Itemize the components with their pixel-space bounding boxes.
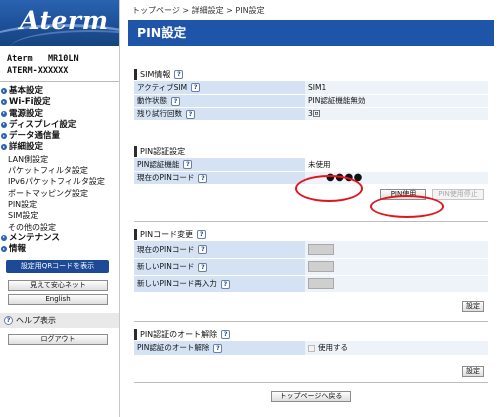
breadcrumb: トップページ > 詳細設定 > PIN設定 [132,6,265,15]
section-heading: SIM情報 ? [134,68,488,81]
table-row: PIN認証機能? 未使用 [134,158,488,172]
remaining-attempts-value: 3回 [305,107,488,121]
page-title: PIN設定 [128,20,494,46]
help-toggle[interactable]: ? ヘルプ表示 [0,313,119,329]
table-row: 動作状態? PIN認証機能無効 [134,94,488,108]
nav-item-basic-settings[interactable]: 基本設定 [0,86,119,97]
auto-release-checkbox[interactable] [308,344,315,352]
table-row: 残り試行回数? 3回 [134,107,488,121]
auto-release-checkbox-label: 使用する [318,343,348,353]
help-icon[interactable]: ? [198,173,208,183]
auto-release-table: PIN認証のオート解除? 使用する [134,341,488,356]
help-icon[interactable]: ? [198,245,208,255]
section-heading: PIN認証設定 [134,145,488,158]
nav-item-pin-settings[interactable]: PIN設定 [0,199,119,210]
divider [134,321,488,322]
model-name: Aterm MR10LN [7,54,79,64]
nav-item-port-mapping[interactable]: ポートマッピング設定 [0,188,119,199]
highlight-ellipse-current-pin [295,175,363,202]
back-to-top-button[interactable]: トップページへ戻る [271,391,351,402]
nav-item-display-settings[interactable]: ディスプレイ設定 [0,120,119,131]
help-label: ヘルプ表示 [16,316,56,326]
help-icon[interactable]: ? [183,160,193,170]
logout-button[interactable]: ログアウト [8,334,108,346]
pin-change-buttons: 設定 [134,293,488,313]
current-pin-code-label: 現在のPINコード [137,244,195,254]
current-pin-label: 現在のPINコード [137,173,195,182]
logo-text: Aterm [20,6,109,35]
status-label: 動作状態 [137,96,167,105]
help-icon[interactable]: ? [191,83,201,93]
pin-change-set-button[interactable]: 設定 [462,300,484,312]
sidebar-nav: 基本設定 Wi-Fi設定 電源設定 ディスプレイ設定 データ通信量 詳細設定 L… [0,82,119,255]
help-icon[interactable]: ? [198,262,208,272]
auto-release-heading: PIN認証のオート解除 [140,330,218,339]
highlight-ellipse-pin-use [370,195,444,218]
help-icon[interactable]: ? [197,230,207,239]
pin-change-heading: PINコード変更 [140,230,194,239]
divider [134,221,488,222]
table-row: 新しいPINコード? [134,258,488,276]
status-value: PIN認証機能無効 [305,94,488,108]
sim-info-section: SIM情報 ? アクティブSIM? SIM1 動作状態? PIN認証機能無効 残… [134,68,488,121]
nav-item-other-settings[interactable]: その他の設定 [0,222,119,233]
help-icon[interactable]: ? [221,330,231,339]
auto-release-section: PIN認証のオート解除 ? PIN認証のオート解除? 使用する 設定 [134,328,488,377]
nav-item-lan-settings[interactable]: LAN側設定 [0,154,119,165]
nav-item-maintenance[interactable]: メンテナンス [0,233,119,244]
qr-code-button[interactable]: 設定用QRコードを表示 [6,260,109,274]
nav-item-ipv6-packet-filter[interactable]: IPv6パケットフィルタ設定 [0,176,119,187]
nav-item-info[interactable]: 情報 [0,244,119,255]
auto-release-set-button[interactable]: 設定 [462,365,484,377]
help-icon[interactable]: ? [186,109,195,119]
nav-item-data-usage[interactable]: データ通信量 [0,131,119,142]
pin-auth-heading: PIN認証設定 [140,147,186,156]
model-info: Aterm MR10LN ATERM-XXXXXX [0,46,119,82]
nav-item-advanced-settings[interactable]: 詳細設定 [0,142,119,153]
remaining-attempts-label: 残り試行回数 [137,109,182,118]
help-icon: ? [4,316,13,326]
english-button[interactable]: English [8,294,108,306]
section-heading: PINコード変更 ? [134,228,488,241]
main-content: トップページ > 詳細設定 > PIN設定 PIN設定 SIM情報 ? アクティ… [126,0,496,417]
sim-info-heading: SIM情報 [140,70,171,79]
pin-change-section: PINコード変更 ? 現在のPINコード? 新しいPINコード? 新しいPINコ… [134,228,488,313]
auto-release-label: PIN認証のオート解除 [137,343,210,353]
table-row: PIN認証のオート解除? 使用する [134,341,488,356]
active-sim-label: アクティブSIM [137,82,188,92]
pin-function-value: 未使用 [305,158,488,172]
new-pin-input[interactable] [308,261,334,272]
nav-item-wifi-settings[interactable]: Wi-Fi設定 [0,97,119,108]
pin-stop-button[interactable]: PIN使用停止 [432,188,484,200]
nav-item-power-settings[interactable]: 電源設定 [0,109,119,120]
new-pin-confirm-input[interactable] [308,278,334,289]
auto-release-buttons: 設定 [134,356,488,377]
new-pin-confirm-label: 新しいPINコード再入力 [137,279,217,288]
nav-item-sim-settings[interactable]: SIM設定 [0,210,119,221]
active-sim-value: SIM1 [305,81,488,95]
help-icon[interactable]: ? [174,70,184,79]
help-icon[interactable]: ? [220,279,230,289]
sim-info-table: アクティブSIM? SIM1 動作状態? PIN認証機能無効 残り試行回数? 3… [134,81,488,121]
divider [134,382,488,383]
pin-change-table: 現在のPINコード? 新しいPINコード? 新しいPINコード再入力? [134,241,488,293]
mieteanshin-net-button[interactable]: 見えて安心ネット [8,280,108,292]
sidebar: Aterm Aterm MR10LN ATERM-XXXXXX 基本設定 Wi-… [0,0,120,417]
device-id: ATERM-XXXXXX [7,66,69,76]
section-heading: PIN認証のオート解除 ? [134,328,488,341]
nav-item-packet-filter[interactable]: パケットフィルタ設定 [0,165,119,176]
help-icon[interactable]: ? [213,343,223,353]
table-row: 現在のPINコード? [134,241,488,259]
aterm-logo: Aterm [0,0,119,46]
table-row: 新しいPINコード再入力? [134,275,488,293]
qr-code-button-label: 設定用QRコードを表示 [20,262,95,271]
help-icon[interactable]: ? [171,96,180,106]
pin-function-label: PIN認証機能 [137,159,180,169]
new-pin-label: 新しいPINコード [137,262,195,271]
current-pin-input[interactable] [308,243,334,255]
table-row: アクティブSIM? SIM1 [134,81,488,95]
